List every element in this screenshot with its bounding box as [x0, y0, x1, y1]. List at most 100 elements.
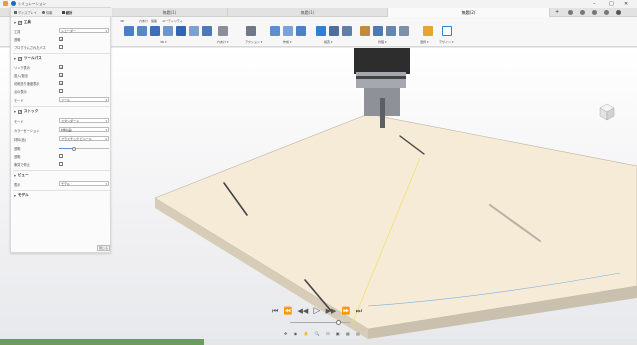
colorization-row: カラーゼーション — [14, 128, 40, 133]
programmed-path-row: プログラムされたパス — [14, 45, 46, 50]
machine-icon[interactable] — [386, 26, 396, 36]
ribbon-group-label[interactable]: 旋盤 — [151, 19, 157, 23]
post-process-icon[interactable] — [316, 26, 326, 36]
tool-flute — [380, 98, 385, 128]
nc-program-icon[interactable] — [342, 26, 352, 36]
stop-on-collision-checkbox[interactable] — [59, 162, 63, 166]
section-stock-header[interactable]: ▾ ストック — [14, 108, 38, 115]
tool-mode-select[interactable]: シェーダー — [59, 28, 109, 33]
parallel-icon[interactable] — [163, 26, 173, 36]
display-settings-icon[interactable]: ▣ — [336, 331, 340, 336]
ruler-icon[interactable] — [423, 26, 433, 36]
menu-create[interactable]: 作成 ▾ — [283, 40, 291, 44]
pan-icon[interactable]: ✋ — [304, 331, 309, 336]
document-tab-active[interactable]: 無題(2) — [388, 8, 550, 17]
view-display-select[interactable]: モデル — [59, 181, 109, 186]
fit-icon[interactable]: ⊡ — [326, 331, 329, 336]
fast-forward-icon[interactable]: ▶▶ — [326, 307, 337, 315]
play-icon[interactable]: ▷ — [314, 306, 321, 316]
navigation-toolbar: ✥ ◉ ✋ 🔍 ⊡ ▣ ▦ ▤ — [284, 330, 360, 337]
skip-back-icon[interactable]: ⏮ — [272, 307, 278, 316]
tab-display[interactable]: ディスプレイ — [14, 9, 37, 16]
notifications-icon[interactable] — [592, 10, 597, 15]
menu-design[interactable]: デザイン ▾ — [439, 40, 453, 44]
skip-forward-icon[interactable]: ⏭ — [356, 307, 362, 316]
new-tab-button[interactable]: + — [555, 9, 559, 15]
setup-sheet-icon[interactable] — [329, 26, 339, 36]
tab-statistics[interactable]: 統計 — [62, 9, 72, 16]
transparency-slider[interactable] — [59, 146, 109, 151]
ribbon-group-label[interactable]: ユーティリティ — [162, 19, 183, 23]
grid-icon[interactable]: ▦ — [346, 331, 350, 336]
stock-section-checkbox[interactable] — [17, 109, 22, 114]
tool-section-checkbox[interactable] — [17, 20, 22, 25]
colorization-select[interactable]: 材料(品) — [59, 127, 109, 132]
menu-action[interactable]: アクション ▾ — [245, 40, 262, 44]
close-button[interactable]: 閉じる — [97, 245, 110, 251]
document-tab[interactable]: 無題(1) — [228, 8, 388, 17]
2d-adaptive-icon[interactable] — [124, 26, 134, 36]
step-back-icon[interactable]: ⏪ — [284, 307, 293, 315]
radial-icon[interactable] — [189, 26, 199, 36]
simulate-icon[interactable] — [246, 26, 256, 36]
orbit-icon[interactable]: ✥ — [284, 331, 287, 336]
stock-mode-select[interactable]: スタンダード — [59, 118, 109, 123]
section-toolpath-header[interactable]: ▾ ツールパス — [14, 55, 42, 62]
section-model-header[interactable]: ▾ モデル — [14, 192, 29, 199]
select-icon[interactable] — [442, 26, 452, 36]
timeline-thumb[interactable] — [336, 320, 341, 325]
maximize-button[interactable]: □ — [609, 1, 614, 7]
account-avatar[interactable] — [616, 10, 621, 15]
close-window-button[interactable]: ✕ — [624, 1, 628, 7]
tab-info[interactable]: 情報 — [42, 9, 52, 16]
pocket-icon[interactable] — [137, 26, 147, 36]
menu-select[interactable]: 選択 ▾ — [420, 40, 428, 44]
slider-thumb[interactable] — [72, 146, 76, 151]
viewports-icon[interactable]: ▤ — [356, 331, 360, 336]
stock-transparent-row: 透明 — [14, 154, 21, 159]
ribbon-group-label[interactable]: 穴あけ — [139, 19, 148, 23]
document-icon[interactable] — [399, 26, 409, 36]
template-icon[interactable] — [373, 26, 383, 36]
feed-rate-checkbox[interactable] — [59, 81, 63, 86]
link-display-checkbox[interactable] — [59, 65, 63, 70]
lead-in-out-row: 進入/退出 — [14, 73, 28, 78]
tool-library-icon[interactable] — [360, 26, 370, 36]
view-display-row: 表示 — [14, 182, 21, 187]
section-tool-header[interactable]: ▾ 工具 — [14, 19, 31, 26]
tool-mode-row: 工具 — [14, 29, 21, 34]
lead-in-out-checkbox[interactable] — [59, 73, 63, 78]
spiral-icon[interactable] — [202, 26, 212, 36]
scallop-icon[interactable] — [176, 26, 186, 36]
view-cube[interactable] — [598, 103, 616, 121]
document-tab[interactable]: 無題(1) — [112, 8, 228, 17]
menu-drill[interactable]: 穴あけ ▾ — [217, 40, 228, 44]
tool-transparent-checkbox[interactable] — [59, 37, 63, 42]
toolpath-mode-select[interactable]: ツール — [59, 97, 109, 102]
help-icon[interactable] — [604, 10, 609, 15]
stock-transparent-checkbox[interactable] — [59, 154, 63, 158]
ribbon-group-label[interactable]: 3D — [120, 19, 124, 23]
menu-3d[interactable]: 3D ▾ — [160, 40, 167, 44]
step-forward-icon[interactable]: ⏩ — [342, 307, 351, 315]
inspect-icon[interactable] — [283, 26, 293, 36]
zoom-icon[interactable]: 🔍 — [315, 331, 320, 336]
show-points-checkbox[interactable] — [59, 89, 63, 93]
probe-icon[interactable] — [270, 26, 280, 36]
material-select[interactable]: プラスチック ビニール — [59, 136, 109, 141]
menu-inspect[interactable]: 検査 ▾ — [324, 40, 332, 44]
data-panel-icon[interactable] — [580, 10, 585, 15]
rewind-icon[interactable]: ◀◀ — [298, 307, 309, 315]
look-icon[interactable]: ◉ — [294, 331, 298, 336]
menu-manage[interactable]: 管理 ▾ — [378, 40, 386, 44]
section-view-header[interactable]: ▾ ビュー — [14, 172, 29, 179]
playback-timeline[interactable] — [290, 320, 350, 325]
minimize-button[interactable]: – — [593, 1, 596, 7]
contour-icon[interactable] — [150, 26, 160, 36]
app-menu-icon[interactable] — [11, 1, 16, 6]
programmed-path-checkbox[interactable] — [59, 45, 63, 49]
drill-icon[interactable] — [218, 26, 228, 36]
toolpath-section-checkbox[interactable] — [17, 56, 22, 61]
measure-icon[interactable] — [296, 26, 306, 36]
job-status-icon[interactable] — [568, 10, 573, 15]
